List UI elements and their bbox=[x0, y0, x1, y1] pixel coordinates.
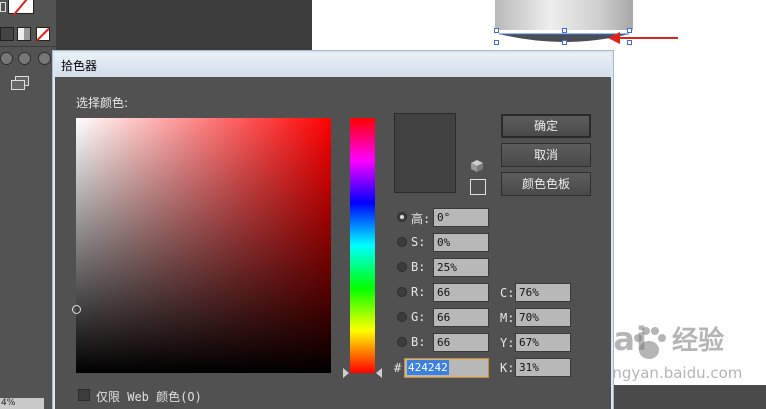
red-label: R: bbox=[411, 285, 426, 299]
brightness-radio[interactable] bbox=[397, 262, 407, 272]
panel-area bbox=[56, 0, 312, 52]
saturation-field[interactable]: 0% bbox=[433, 233, 489, 252]
cancel-button[interactable]: 取消 bbox=[501, 143, 591, 167]
selection-handle[interactable] bbox=[494, 28, 499, 33]
color-preview bbox=[394, 113, 456, 193]
color-field-cursor[interactable] bbox=[72, 305, 81, 314]
select-color-label: 选择颜色: bbox=[76, 96, 129, 110]
selection-handle[interactable] bbox=[562, 28, 567, 33]
selection-handle[interactable] bbox=[562, 40, 567, 45]
yellow-field[interactable]: 67% bbox=[515, 333, 571, 352]
hue-slider-handle-right[interactable] bbox=[376, 368, 382, 378]
brightness-field[interactable]: 25% bbox=[433, 258, 489, 277]
black-label: K: bbox=[500, 361, 515, 375]
annotation-arrow-icon bbox=[608, 32, 678, 44]
red-field[interactable]: 66 bbox=[433, 283, 489, 302]
draw-inside-icon[interactable] bbox=[38, 52, 51, 65]
blue-radio[interactable] bbox=[397, 337, 407, 347]
hue-slider-handle-left[interactable] bbox=[343, 368, 349, 378]
black-field[interactable]: 31% bbox=[515, 358, 571, 377]
watermark-text: 经验 bbox=[672, 326, 725, 356]
hue-field[interactable]: 0° bbox=[433, 208, 489, 227]
magenta-label: M: bbox=[500, 311, 515, 325]
hue-radio[interactable] bbox=[397, 212, 407, 222]
yellow-label: Y: bbox=[500, 336, 515, 350]
cup-artwork bbox=[495, 0, 633, 30]
web-safe-swatch[interactable] bbox=[470, 179, 486, 195]
brightness-label: B: bbox=[411, 260, 426, 274]
selection-handle[interactable] bbox=[494, 40, 499, 45]
blue-label: B: bbox=[411, 335, 426, 349]
zoom-field[interactable]: 4% bbox=[0, 398, 44, 409]
fill-swatch[interactable] bbox=[8, 0, 34, 14]
watermark-url: jingyan.baidu.com bbox=[604, 364, 743, 382]
gradient-mode-button[interactable] bbox=[17, 27, 31, 41]
tools-panel: 4% bbox=[0, 0, 56, 409]
dialog-title: 拾色器 bbox=[61, 59, 98, 73]
blue-field[interactable]: 66 bbox=[433, 333, 489, 352]
hue-slider[interactable] bbox=[350, 118, 375, 373]
none-mode-button[interactable] bbox=[36, 27, 50, 41]
green-radio[interactable] bbox=[397, 312, 407, 322]
color-mode-button[interactable] bbox=[0, 27, 14, 41]
saturation-brightness-field[interactable] bbox=[76, 118, 331, 373]
web-safe-cube-icon[interactable] bbox=[471, 160, 483, 172]
web-only-label: 仅限 Web 颜色(O) bbox=[96, 390, 202, 404]
dialog-titlebar[interactable]: 拾色器 bbox=[55, 53, 611, 77]
ok-button[interactable]: 确定 bbox=[501, 114, 591, 138]
draw-behind-icon[interactable] bbox=[18, 52, 31, 65]
hex-field[interactable]: 424242 bbox=[404, 358, 489, 378]
web-only-checkbox[interactable] bbox=[78, 389, 90, 401]
magenta-field[interactable]: 70% bbox=[515, 308, 571, 327]
saturation-label: S: bbox=[411, 235, 426, 249]
green-field[interactable]: 66 bbox=[433, 308, 489, 327]
hue-label: 高: bbox=[411, 212, 431, 226]
color-swatches-button[interactable]: 颜色色板 bbox=[501, 172, 591, 196]
cyan-label: C: bbox=[500, 286, 515, 300]
saturation-radio[interactable] bbox=[397, 237, 407, 247]
panel-divider bbox=[0, 46, 56, 47]
red-radio[interactable] bbox=[397, 287, 407, 297]
cyan-field[interactable]: 76% bbox=[515, 283, 571, 302]
screen-mode-icon[interactable] bbox=[11, 76, 31, 90]
paw-icon bbox=[634, 327, 666, 359]
hex-value: 424242 bbox=[407, 360, 449, 375]
green-label: G: bbox=[411, 310, 426, 324]
hex-label: # bbox=[394, 361, 402, 375]
watermark: Bai 经验 jingyan.baidu.com bbox=[588, 320, 764, 398]
tool-icon[interactable] bbox=[0, 2, 6, 12]
draw-normal-icon[interactable] bbox=[0, 52, 13, 65]
